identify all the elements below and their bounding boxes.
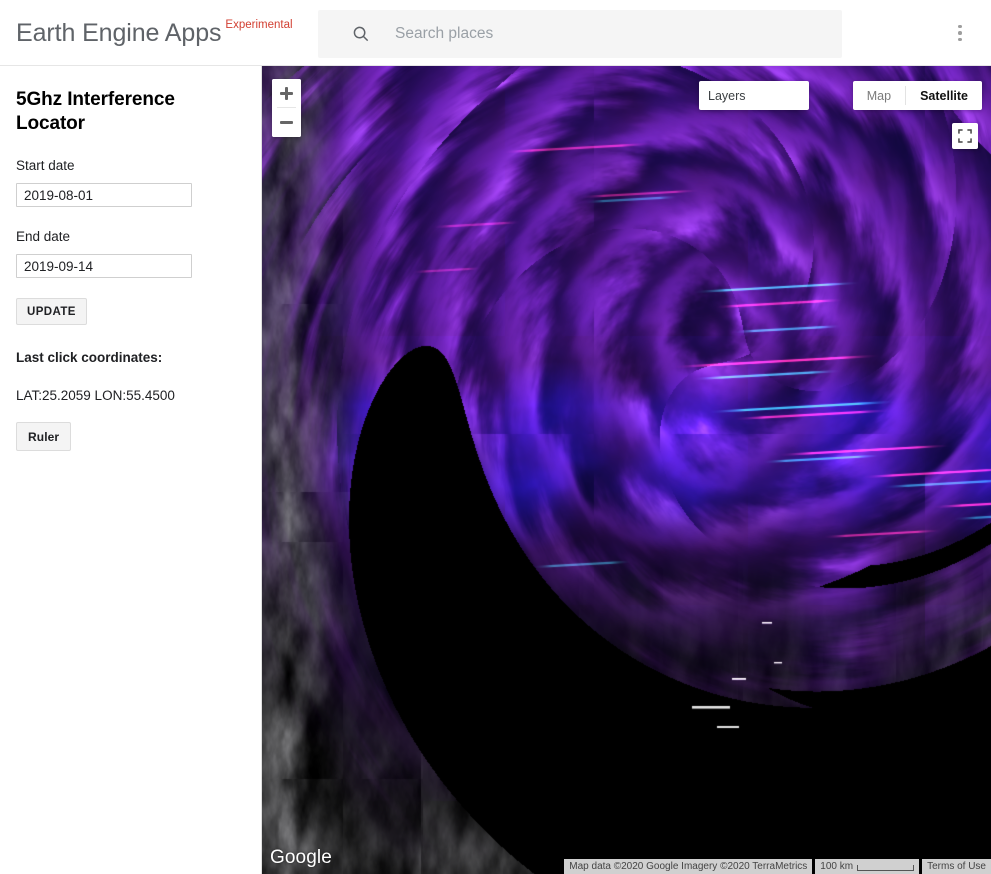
app-title: Earth Engine Apps xyxy=(16,18,222,47)
terms-of-use-link[interactable]: Terms of Use xyxy=(922,859,991,874)
map-attribution-bar: Map data ©2020 Google Imagery ©2020 Terr… xyxy=(564,859,991,874)
zoom-out-button[interactable] xyxy=(272,108,301,137)
page-title: 5Ghz Interference Locator xyxy=(16,89,175,134)
end-date-label: End date xyxy=(16,229,71,244)
map-scale-control: 100 km xyxy=(815,859,920,874)
app-root: Earth Engine Apps Experimental 5Ghz Inte… xyxy=(0,0,991,874)
app-header: Earth Engine Apps Experimental xyxy=(0,0,991,66)
dot xyxy=(958,24,962,29)
satellite-imagery[interactable] xyxy=(262,66,991,874)
zoom-in-button[interactable] xyxy=(272,79,301,108)
attribution-text: Map data ©2020 Google Imagery ©2020 Terr… xyxy=(564,859,813,874)
experimental-badge: Experimental xyxy=(225,18,293,31)
plus-icon-vertical xyxy=(285,87,288,100)
dot xyxy=(958,31,962,35)
map-type-toggle: Map Satellite xyxy=(852,81,982,110)
end-date-input[interactable] xyxy=(16,254,192,278)
layers-label: Layers xyxy=(708,88,746,103)
brand: Earth Engine Apps Experimental xyxy=(16,18,293,48)
start-date-input[interactable] xyxy=(16,183,192,207)
update-button[interactable]: UPDATE xyxy=(16,298,87,325)
more-vert-icon[interactable] xyxy=(941,14,979,52)
map-viewport[interactable]: Layers Map Satellite Google Map data ©20… xyxy=(262,66,991,874)
minus-icon xyxy=(280,121,293,124)
sidebar-panel: 5Ghz Interference Locator Start date End… xyxy=(0,66,262,874)
dot xyxy=(958,37,962,42)
search-input[interactable] xyxy=(393,24,830,44)
scale-label: 100 km xyxy=(820,861,854,872)
scale-bar xyxy=(857,864,915,871)
map-type-map-button[interactable]: Map xyxy=(853,81,905,110)
search-box[interactable] xyxy=(318,10,842,58)
ruler-button[interactable]: Ruler xyxy=(16,422,72,451)
search-icon xyxy=(353,26,369,42)
coordinates-label: Last click coordinates: xyxy=(16,350,163,365)
start-date-label: Start date xyxy=(16,158,75,173)
fullscreen-icon xyxy=(958,129,972,143)
coordinates-value: LAT:25.2059 LON:55.4500 xyxy=(16,388,175,403)
map-type-satellite-button[interactable]: Satellite xyxy=(906,81,982,110)
zoom-controls xyxy=(272,79,301,137)
google-logo: Google xyxy=(270,847,332,868)
layers-dropdown[interactable]: Layers xyxy=(699,81,809,110)
fullscreen-button[interactable] xyxy=(952,123,978,149)
